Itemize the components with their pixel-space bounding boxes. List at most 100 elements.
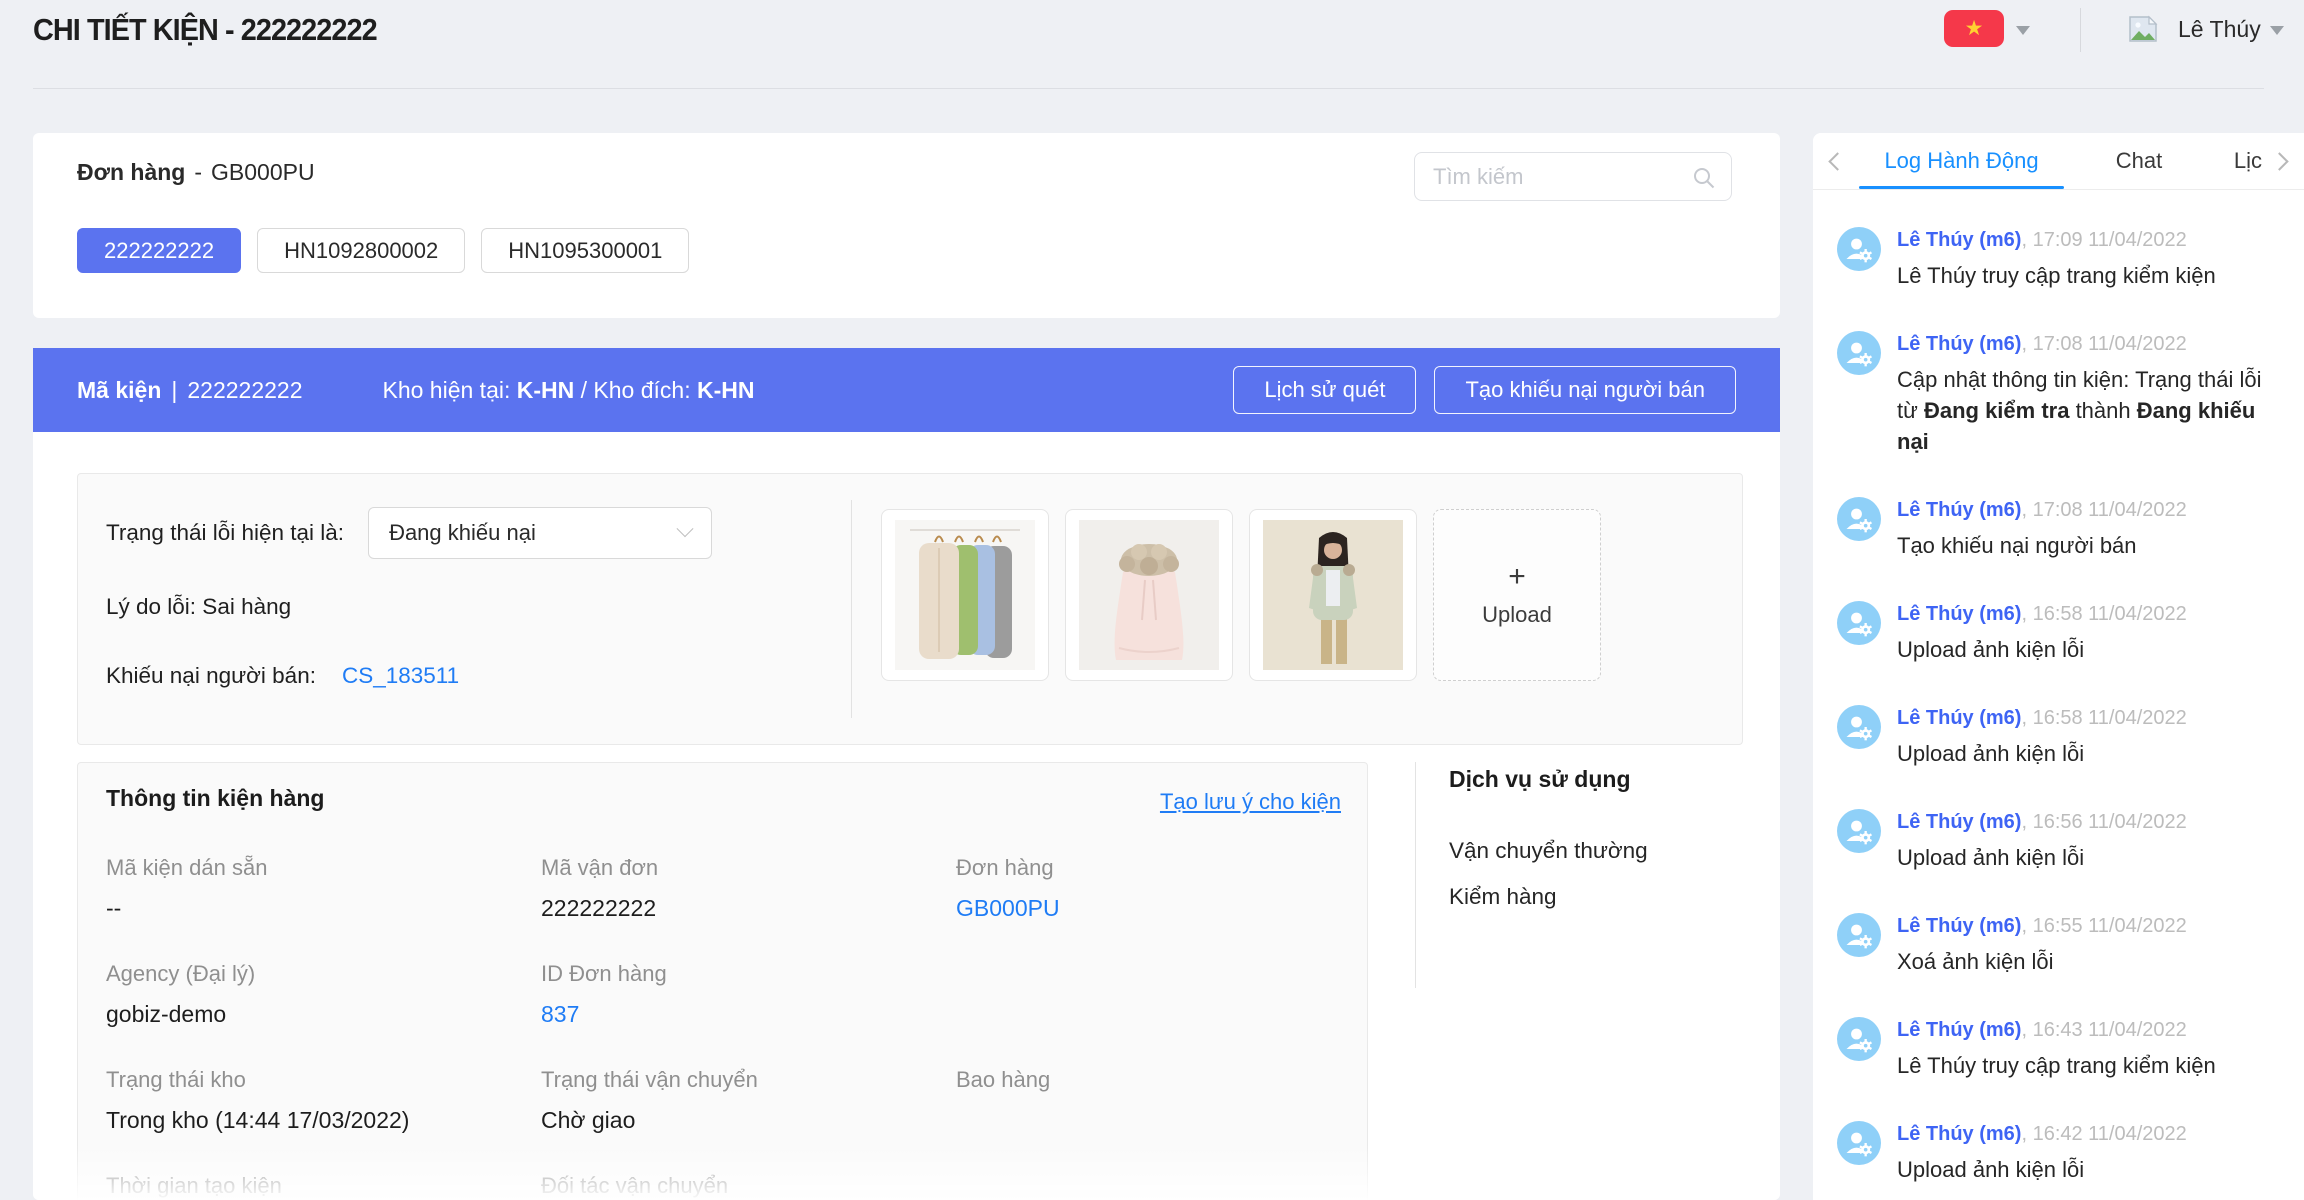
order-package-tab[interactable]: HN1095300001 — [481, 228, 689, 273]
create-seller-claim-button[interactable]: Tạo khiếu nại người bán — [1434, 366, 1736, 414]
create-note-link[interactable]: Tạo lưu ý cho kiện — [1160, 789, 1341, 815]
log-entry: Lê Thúy (m6), 16:58 11/04/2022 Upload ản… — [1837, 601, 2286, 665]
error-status-select[interactable]: Đang khiếu nại — [368, 507, 712, 559]
user-gear-avatar-icon — [1837, 705, 1881, 749]
tabs-scroll-right-icon[interactable] — [2270, 152, 2288, 170]
info-field: Thời gian tạo kiện — [106, 1173, 541, 1200]
info-field: Đối tác vận chuyển — [541, 1173, 956, 1200]
user-gear-avatar-icon — [1837, 331, 1881, 375]
info-field-label: Trạng thái kho — [106, 1067, 541, 1093]
package-error-photo-1[interactable] — [881, 509, 1049, 681]
package-code: Mã kiện|222222222 — [77, 377, 302, 404]
info-row: Mã kiện dán sẵn--Mã vận đơn222222222Đơn … — [106, 855, 1347, 925]
seller-claim-label: Khiếu nại người bán: — [106, 663, 316, 689]
info-field-value-link[interactable]: 837 — [541, 1001, 956, 1031]
package-error-photo-3[interactable] — [1249, 509, 1417, 681]
user-gear-avatar-icon — [1837, 1017, 1881, 1061]
log-timestamp: , 17:08 11/04/2022 — [2021, 333, 2186, 355]
log-message: Cập nhật thông tin kiện: Trạng thái lỗi … — [1897, 364, 2286, 457]
log-message: Upload ảnh kiện lỗi — [1897, 738, 2286, 769]
sidebar-tabbar: Log Hành Động Chat Lịc — [1813, 133, 2304, 190]
search-box[interactable] — [1414, 152, 1732, 201]
order-label: Đơn hàng — [77, 159, 185, 185]
log-timestamp: , 16:58 11/04/2022 — [2021, 603, 2186, 625]
user-menu[interactable]: Lê Thúy — [2178, 16, 2261, 43]
log-head: Lê Thúy (m6), 17:08 11/04/2022 — [1897, 497, 2286, 523]
log-entry: Lê Thúy (m6), 17:09 11/04/2022 Lê Thúy t… — [1837, 227, 2286, 291]
order-package-tab[interactable]: 222222222 — [77, 228, 241, 273]
package-actions: Lịch sử quét Tạo khiếu nại người bán — [1233, 366, 1736, 414]
order-card: Đơn hàng-GB000PU 222222222 HN1092800002 HN… — [33, 133, 1780, 318]
error-status-box: Trạng thái lỗi hiện tại là: Đang khiếu n… — [77, 473, 1743, 745]
info-field-value: 222222222 — [541, 895, 956, 925]
info-field-value-link[interactable]: GB000PU — [956, 895, 1347, 925]
services-title: Dịch vụ sử dụng — [1449, 766, 1725, 793]
info-field-value: gobiz-demo — [106, 1001, 541, 1031]
log-message: Upload ảnh kiện lỗi — [1897, 1154, 2286, 1185]
log-body: Lê Thúy (m6), 17:08 11/04/2022 Tạo khiếu… — [1897, 497, 2286, 561]
log-entry: Lê Thúy (m6), 17:08 11/04/2022 Cập nhật … — [1837, 331, 2286, 457]
error-status-label: Trạng thái lỗi hiện tại là: — [106, 520, 344, 546]
info-field: Bao hàng — [956, 1067, 1347, 1137]
error-status-value: Đang khiếu nại — [389, 520, 536, 546]
log-head: Lê Thúy (m6), 17:09 11/04/2022 — [1897, 227, 2286, 253]
log-message: Lê Thúy truy cập trang kiểm kiện — [1897, 1050, 2286, 1081]
log-body: Lê Thúy (m6), 17:09 11/04/2022 Lê Thúy t… — [1897, 227, 2286, 291]
info-field-value — [956, 1107, 1347, 1137]
activity-sidebar: Log Hành Động Chat Lịc — [1813, 133, 2304, 1200]
activity-log-list: Lê Thúy (m6), 17:09 11/04/2022 Lê Thúy t… — [1813, 191, 2304, 1200]
user-caret-icon — [2270, 26, 2284, 35]
info-field: ID Đơn hàng 837 — [541, 961, 956, 1031]
log-head: Lê Thúy (m6), 16:43 11/04/2022 — [1897, 1017, 2286, 1043]
services-section: Dịch vụ sử dụng Vận chuyển thườngKiểm hà… — [1415, 762, 1725, 988]
order-code: GB000PU — [211, 159, 315, 185]
user-gear-avatar-icon — [1837, 227, 1881, 271]
log-message: Lê Thúy truy cập trang kiểm kiện — [1897, 260, 2286, 291]
log-user-name: Lê Thúy (m6) — [1897, 707, 2021, 729]
log-timestamp: , 17:09 11/04/2022 — [2021, 229, 2186, 251]
sidebar-tab[interactable]: Chat — [2084, 133, 2194, 189]
vietnam-flag-star-icon: ★ — [1965, 18, 1984, 39]
info-row: Trạng thái kho Trong kho (14:44 17/03/202… — [106, 1067, 1347, 1137]
log-head: Lê Thúy (m6), 16:55 11/04/2022 — [1897, 913, 2286, 939]
scan-history-button[interactable]: Lịch sử quét — [1233, 366, 1416, 414]
error-status-row: Trạng thái lỗi hiện tại là: Đang khiếu n… — [106, 507, 712, 559]
log-head: Lê Thúy (m6), 16:58 11/04/2022 — [1897, 705, 2286, 731]
search-icon[interactable] — [1692, 166, 1716, 195]
sidebar-tab[interactable]: Lịc — [2214, 133, 2262, 189]
info-field: Trạng thái kho Trong kho (14:44 17/03/202… — [106, 1067, 541, 1137]
info-row: Thời gian tạo kiệnĐối tác vận chuyển — [106, 1173, 1347, 1200]
info-field-value: Trong kho (14:44 17/03/2022) — [106, 1107, 541, 1137]
page-title: CHI TIẾT KIỆN - 222222222 — [33, 8, 377, 52]
info-row: Agency (Đại lý)gobiz-demoID Đơn hàng 837 — [106, 961, 1347, 1031]
service-item: Kiểm hàng — [1449, 884, 1725, 910]
info-field-label: Trạng thái vận chuyển — [541, 1067, 956, 1093]
log-timestamp: , 16:42 11/04/2022 — [2021, 1123, 2186, 1145]
log-user-name: Lê Thúy (m6) — [1897, 603, 2021, 625]
error-reason: Lý do lỗi: Sai hàng — [106, 594, 291, 620]
log-body: Lê Thúy (m6), 16:43 11/04/2022 Lê Thúy t… — [1897, 1017, 2286, 1081]
search-input[interactable] — [1415, 153, 1731, 200]
info-field: Mã kiện dán sẵn-- — [106, 855, 541, 925]
seller-claim-link[interactable]: CS_183511 — [342, 663, 459, 689]
info-field — [956, 1173, 1347, 1200]
log-entry: Lê Thúy (m6), 16:55 11/04/2022 Xoá ảnh k… — [1837, 913, 2286, 977]
info-field-label: Bao hàng — [956, 1067, 1347, 1093]
order-title: Đơn hàng-GB000PU — [77, 159, 315, 186]
log-head: Lê Thúy (m6), 17:08 11/04/2022 — [1897, 331, 2286, 357]
info-field — [956, 961, 1347, 1031]
log-entry: Lê Thúy (m6), 17:08 11/04/2022 Tạo khiếu… — [1837, 497, 2286, 561]
error-photos: + Upload — [881, 509, 1601, 681]
info-field: Mã vận đơn222222222 — [541, 855, 956, 925]
upload-button[interactable]: + Upload — [1433, 509, 1601, 681]
info-field: Agency (Đại lý)gobiz-demo — [106, 961, 541, 1031]
language-flag-button[interactable]: ★ — [1944, 10, 2004, 47]
package-error-photo-2[interactable] — [1065, 509, 1233, 681]
info-field-label: ID Đơn hàng — [541, 961, 956, 987]
log-timestamp: , 17:08 11/04/2022 — [2021, 499, 2186, 521]
sidebar-tab[interactable]: Log Hành Động — [1859, 133, 2064, 189]
header-divider — [2080, 8, 2081, 52]
order-package-tab[interactable]: HN1092800002 — [257, 228, 465, 273]
user-gear-avatar-icon — [1837, 809, 1881, 853]
tabs-scroll-left-icon[interactable] — [1828, 152, 1846, 170]
